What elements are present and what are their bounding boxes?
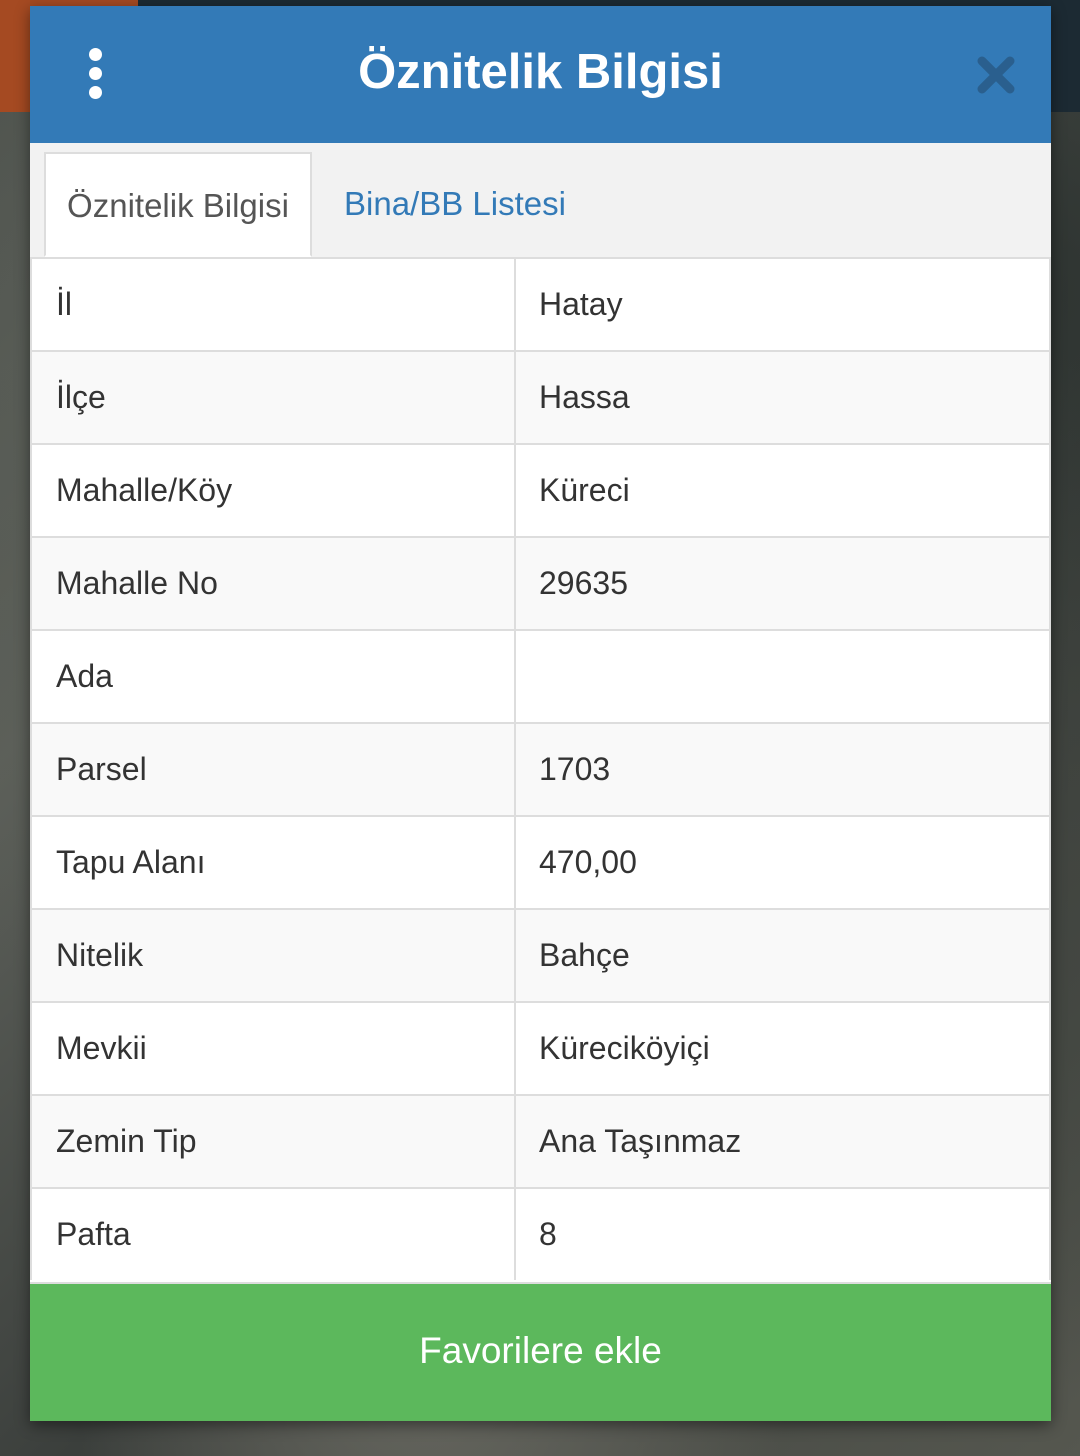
attribute-label: İlçe [30,352,516,443]
attribute-label: Parsel [30,724,516,815]
attribute-value: 8 [516,1189,1051,1280]
dialog-header: Öznitelik Bilgisi [30,6,1051,143]
table-row: Mevkii Küreciköyiçi [30,1001,1051,1094]
attribute-value: 29635 [516,538,1051,629]
attribute-value [516,631,1051,722]
attribute-label: Pafta [30,1189,516,1280]
table-row: İlçe Hassa [30,350,1051,443]
table-row: Mahalle/Köy Küreci [30,443,1051,536]
tab-attribute-info[interactable]: Öznitelik Bilgisi [44,152,312,257]
table-row: İl Hatay [30,259,1051,350]
dialog-title: Öznitelik Bilgisi [358,45,723,99]
table-row: Zemin Tip Ana Taşınmaz [30,1094,1051,1187]
attribute-label: Ada [30,631,516,722]
attribute-label: Zemin Tip [30,1096,516,1187]
table-row: Pafta 8 [30,1187,1051,1280]
attribute-label: Tapu Alanı [30,817,516,908]
tabs-bar: Öznitelik Bilgisi Bina/BB Listesi [30,143,1051,259]
attribute-value: 470,00 [516,817,1051,908]
attribute-label: Mahalle No [30,538,516,629]
attribute-table: İl Hatay İlçe Hassa Mahalle/Köy Küreci Mahalle… [30,259,1051,1280]
add-to-favorites-button[interactable]: Favorilere ekle [30,1284,1051,1421]
attribute-value: Bahçe [516,910,1051,1001]
attribute-label: İl [30,259,516,350]
attribute-label: Mevkii [30,1003,516,1094]
attribute-label: Nitelik [30,910,516,1001]
table-row: Ada [30,629,1051,722]
close-icon[interactable] [976,55,1016,95]
table-row: Parsel 1703 [30,722,1051,815]
table-row: Tapu Alanı 470,00 [30,815,1051,908]
tab-building-list[interactable]: Bina/BB Listesi [344,152,566,257]
table-row: Nitelik Bahçe [30,908,1051,1001]
attribute-label: Mahalle/Köy [30,445,516,536]
table-row: Mahalle No 29635 [30,536,1051,629]
attribute-value: Küreciköyiçi [516,1003,1051,1094]
attribute-info-dialog: Öznitelik Bilgisi Öznitelik Bilgisi Bina… [30,6,1051,1421]
attribute-value: Küreci [516,445,1051,536]
attribute-value: 1703 [516,724,1051,815]
attribute-value: Hatay [516,259,1051,350]
attribute-value: Ana Taşınmaz [516,1096,1051,1187]
attribute-value: Hassa [516,352,1051,443]
